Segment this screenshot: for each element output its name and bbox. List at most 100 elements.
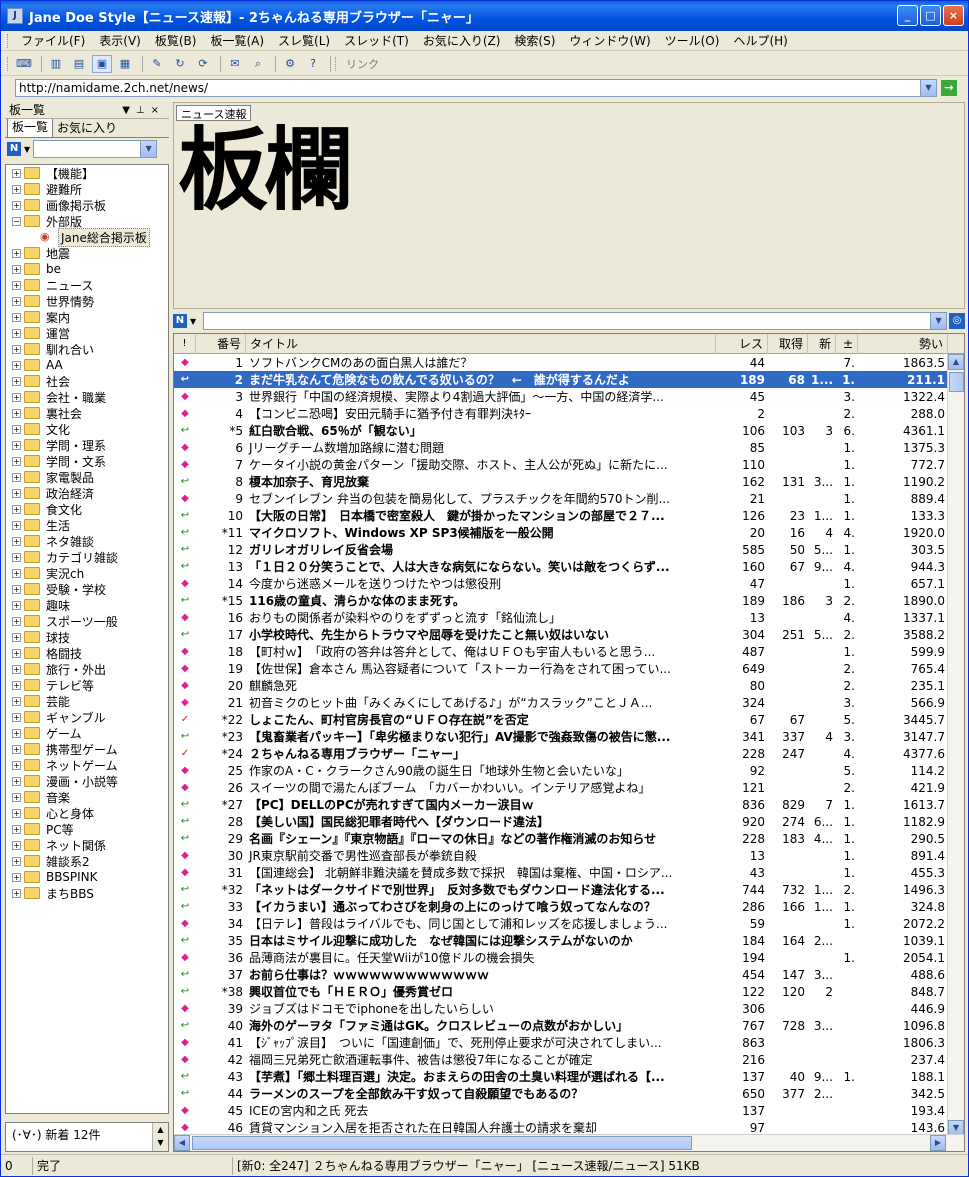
tree-node[interactable]: + 心と身体 <box>6 805 168 821</box>
col-title[interactable]: タイトル <box>246 334 716 354</box>
tree-node[interactable]: + 芸能 <box>6 693 168 709</box>
tree-node[interactable]: + 裏社会 <box>6 405 168 421</box>
expand-icon[interactable]: + <box>12 680 21 690</box>
thread-row[interactable]: ◆ 42 福岡三兄弟死亡飲酒運転事件、被告は懲役7年になることが確定 216 237.4 <box>174 1051 964 1068</box>
menu-favorites[interactable]: お気に入り(Z) <box>416 32 508 49</box>
thread-row[interactable]: ↩ *23 【鬼畜業者パッキー】「卑劣極まりない犯行」AV撮影で強姦致傷の被告に懲.… <box>174 728 964 745</box>
expand-icon[interactable]: − <box>12 216 21 226</box>
tree-node[interactable]: + 画像掲示板 <box>6 197 168 213</box>
thread-row[interactable]: ◆ 16 おりもの関係者が染料やのりをずずっと流す「銘仙流し」 13 4. 1337.1 <box>174 609 964 626</box>
tree-node[interactable]: + ネット関係 <box>6 837 168 853</box>
layout-1-icon[interactable]: ▥ <box>46 55 66 73</box>
tree-node[interactable]: + 携帯型ゲーム <box>6 741 168 757</box>
tree-node[interactable]: + 受験・学校 <box>6 581 168 597</box>
expand-icon[interactable]: + <box>12 328 21 338</box>
tree-node[interactable]: + be <box>6 261 168 277</box>
thread-row[interactable]: ◆ 1 ソフトバンクCMのあの面白黒人は誰だ？ 44 7. 1863.5 <box>174 354 964 371</box>
tree-node[interactable]: + 格闘技 <box>6 645 168 661</box>
filter-n-icon[interactable]: N <box>173 314 187 328</box>
thread-row[interactable]: ◆ 6 Jリーグチーム数増加路線に潜む問題 85 1. 1375.3 <box>174 439 964 456</box>
thread-row[interactable]: ◆ 4 【コンビニ恐喝】安田元騎手に猶予付き有罪判決ｷﾀｰ 2 2. 288.0 <box>174 405 964 422</box>
tree-node[interactable]: + カテゴリ雑談 <box>6 549 168 565</box>
col-power[interactable]: 勢い <box>858 334 948 354</box>
menu-search[interactable]: 検索(S) <box>507 32 562 49</box>
thread-row[interactable]: ↩ 43 【芋煮】「郷土料理百選」決定。おまえらの田舎の土臭い料理が選ばれる【...… <box>174 1068 964 1085</box>
expand-icon[interactable]: + <box>12 648 21 658</box>
close-button[interactable]: × <box>943 5 964 26</box>
thread-row[interactable]: ↩ 35 日本はミサイル迎撃に成功した なぜ韓国には迎撃システムがないのか 184 16… <box>174 932 964 949</box>
tree-node[interactable]: + ニュース <box>6 277 168 293</box>
thread-row[interactable]: ↩ 28 【美しい国】国民総犯罪者時代へ【ダウンロード違法】 920 274 6... 1.… <box>174 813 964 830</box>
thread-row[interactable]: ↩ 44 ラーメンのスープを全部飲み干す奴って自殺願望でもあるの？ 650 377 2..… <box>174 1085 964 1102</box>
tree-node[interactable]: + 雑談系2 <box>6 853 168 869</box>
menu-window[interactable]: ウィンドウ(W) <box>562 32 657 49</box>
menu-board-view[interactable]: 板覧(B) <box>148 32 204 49</box>
col-new[interactable]: 新 <box>808 334 836 354</box>
tree-node[interactable]: + 球技 <box>6 629 168 645</box>
tree-node[interactable]: + 社会 <box>6 373 168 389</box>
thread-row[interactable]: ↩ 8 榎本加奈子、育児放棄 162 131 3... 1. 1190.2 <box>174 473 964 490</box>
tree-node[interactable]: + 生活 <box>6 517 168 533</box>
expand-icon[interactable]: + <box>12 536 21 546</box>
col-get[interactable]: 取得 <box>768 334 808 354</box>
go-arrow-icon[interactable]: → <box>941 80 957 96</box>
col-mark[interactable]: ! <box>174 334 196 354</box>
thread-row[interactable]: ◆ 21 初音ミクのヒット曲「みくみくにしてあげる♪」が“カスラック”ことＪＡ...… <box>174 694 964 711</box>
tree-node[interactable]: + ネットゲーム <box>6 757 168 773</box>
col-number[interactable]: 番号 <box>196 334 246 354</box>
expand-icon[interactable]: + <box>12 824 21 834</box>
col-diff[interactable]: ± <box>836 334 858 354</box>
chevron-down-icon[interactable]: ▼ <box>190 317 196 326</box>
tree-node[interactable]: + 旅行・外出 <box>6 661 168 677</box>
expand-icon[interactable]: + <box>12 504 21 514</box>
chevron-down-icon[interactable]: ▼ <box>140 141 157 157</box>
board-search-input[interactable]: ▼ <box>33 140 158 158</box>
tree-node[interactable]: + 文化 <box>6 421 168 437</box>
tree-node[interactable]: + 音楽 <box>6 789 168 805</box>
address-input[interactable]: http://namidame.2ch.net/news/ ▼ <box>15 79 937 97</box>
tree-node[interactable]: + 【機能】 <box>6 165 168 181</box>
tree-node[interactable]: + まちBBS <box>6 885 168 901</box>
thread-row[interactable]: ◆ 14 今度から迷惑メールを送りつけたやつは懲役刑 47 1. 657.1 <box>174 575 964 592</box>
write-icon[interactable]: ✎ <box>147 55 167 73</box>
expand-icon[interactable]: + <box>12 344 21 354</box>
tree-node[interactable]: + 趣味 <box>6 597 168 613</box>
pane-controls[interactable]: ▼⊥× <box>122 102 165 119</box>
thread-row[interactable]: ↩ *15 116歳の童貞、清らかな体のまま死す。 189 186 3 2. 1890.0 <box>174 592 964 609</box>
tree-node[interactable]: + 運営 <box>6 325 168 341</box>
col-res[interactable]: レス <box>716 334 768 354</box>
thread-row[interactable]: ◆ 45 ICEの宮内和之氏 死去 137 193.4 <box>174 1102 964 1119</box>
thread-row[interactable]: ◆ 36 品薄商法が裏目に。任天堂Wiiが10億ドルの機会損失 194 1. 2054.1 <box>174 949 964 966</box>
tree-node[interactable]: + テレビ等 <box>6 677 168 693</box>
thread-row[interactable]: ◆ 25 作家のA・C・クラークさん90歳の誕生日「地球外生物と会いたいな」 92 5.… <box>174 762 964 779</box>
thread-row[interactable]: ↩ *32 「ネットはダークサイドで別世界」 反対多数でもダウンロード違法化する..… <box>174 881 964 898</box>
tree-node[interactable]: + ギャンブル <box>6 709 168 725</box>
thread-row[interactable]: ◆ 9 セブンイレブン 弁当の包装を簡易化して、プラスチックを年間約570トン削..… <box>174 490 964 507</box>
menu-thread-list[interactable]: スレ覧(L) <box>271 32 337 49</box>
refresh-all-icon[interactable]: ⟳ <box>193 55 213 73</box>
layout-3-icon[interactable]: ▣ <box>92 54 112 73</box>
thread-search-input[interactable]: ▼ <box>203 312 948 330</box>
thread-row[interactable]: ↩ *11 マイクロソフト、Windows XP SP3候補版を一般公開 20 16 4 4… <box>174 524 964 541</box>
minimize-button[interactable]: _ <box>897 5 918 26</box>
tree-node[interactable]: ◉ Jane総合掲示板 <box>6 227 168 247</box>
layout-4-icon[interactable]: ▦ <box>115 55 135 73</box>
expand-icon[interactable]: + <box>12 296 21 306</box>
tree-node[interactable]: + 食文化 <box>6 501 168 517</box>
title-bar[interactable]: J Jane Doe Style【ニュース速報】- 2ちゃんねる専用ブラウザー「… <box>1 1 968 31</box>
expand-icon[interactable]: + <box>12 376 21 386</box>
expand-icon[interactable]: + <box>12 456 21 466</box>
chevron-down-icon[interactable]: ▼ <box>24 145 30 154</box>
thread-row[interactable]: ↩ *27 【PC】DELLのPCが売れすぎて国内メーカー涙目ｗ 836 829 7 1. 1… <box>174 796 964 813</box>
expand-icon[interactable]: + <box>12 888 21 898</box>
connect-icon[interactable]: ⌨ <box>14 55 34 73</box>
expand-icon[interactable]: + <box>12 424 21 434</box>
thread-row[interactable]: ◆ 31 【国連総会】 北朝鮮非難決議を賛成多数で採択 韓国は棄権、中国・ロシア..… <box>174 864 964 881</box>
chevron-down-icon[interactable]: ▼ <box>920 80 936 96</box>
expand-icon[interactable]: + <box>12 248 21 258</box>
expand-icon[interactable]: + <box>12 696 21 706</box>
chevron-down-icon[interactable]: ▼ <box>930 313 947 329</box>
thread-row[interactable]: ◆ 3 世界銀行「中国の経済規模、実際より4割過大評価」〜一方、中国の経済学... 4… <box>174 388 964 405</box>
menu-help[interactable]: ヘルプ(H) <box>726 32 794 49</box>
thread-row[interactable]: ↩ 33 【イカうまい】通ぶってわさびを刺身の上にのっけて喰う奴ってなんなの？ 286… <box>174 898 964 915</box>
